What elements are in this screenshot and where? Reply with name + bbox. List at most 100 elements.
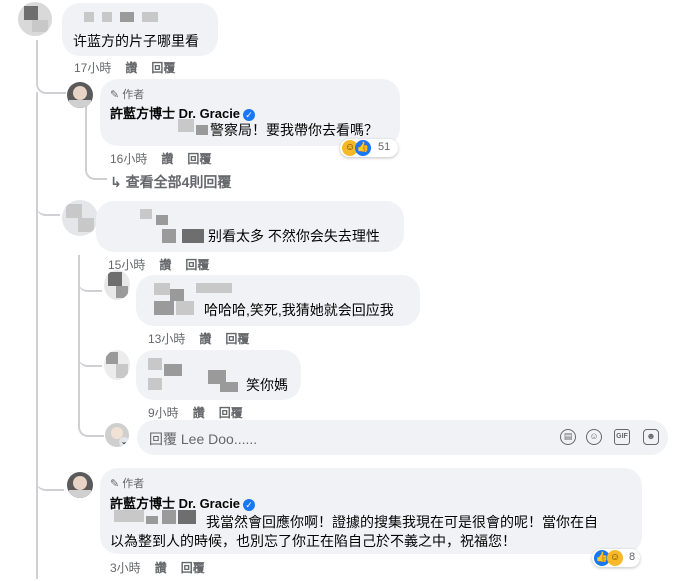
blurred-name (170, 289, 184, 301)
comment-text: 许蓝方的片子哪里看 (73, 33, 199, 49)
reaction-count: 51 (378, 141, 391, 153)
reply-button[interactable]: 回覆 (151, 61, 175, 75)
timestamp[interactable]: 13小時 (148, 332, 185, 346)
timestamp[interactable]: 16小時 (110, 152, 147, 166)
comment-text: 笑你媽 (246, 377, 288, 393)
avatar[interactable] (104, 350, 130, 380)
avatar-body (69, 490, 91, 498)
comment-text-line-2: 以為整到人的時候，也別忘了你正在陷自己於不義之中，祝福您！ (110, 533, 516, 549)
blurred-name (148, 358, 162, 370)
avatar[interactable] (67, 472, 93, 498)
blurred-region (78, 218, 94, 232)
comment-meta: 3小時讚回覆 (110, 559, 219, 576)
comment-text: 警察局！要我帶你去看嗎？ (210, 122, 378, 138)
view-all-replies-label[interactable]: 查看全部4則回覆 (126, 174, 232, 190)
reply-input-placeholder[interactable]: 回覆 Lee Doo...... (149, 429, 257, 449)
like-button[interactable]: 讚 (199, 332, 211, 346)
blurred-name (154, 301, 174, 315)
blurred-name (102, 12, 112, 22)
like-button[interactable]: 讚 (193, 406, 205, 420)
verified-badge-icon: ✓ (243, 498, 256, 511)
comment-meta: 9小時讚回覆 (148, 404, 257, 421)
blurred-region (24, 6, 38, 20)
blurred-name (120, 12, 134, 22)
blurred-name (220, 382, 238, 392)
comment-bubble: 哈哈哈,笑死,我猜她就会回应我 (136, 275, 420, 326)
blurred-name (140, 209, 152, 219)
reaction-summary[interactable]: ☺ 👍 51 (340, 139, 398, 157)
avatar[interactable] (104, 270, 130, 300)
reaction-summary[interactable]: 👍 ☺ 8 (592, 549, 640, 567)
timestamp[interactable]: 3小時 (110, 561, 141, 575)
like-button[interactable]: 讚 (155, 561, 167, 575)
avatar[interactable] (62, 200, 98, 236)
blurred-name (164, 364, 182, 376)
blurred-mention (196, 125, 208, 135)
blurred-region (116, 286, 128, 298)
reply-button[interactable]: 回覆 (181, 561, 205, 575)
author-badge-label: 作者 (122, 478, 145, 490)
author-name[interactable]: 許藍方博士 Dr. Gracie (110, 496, 240, 511)
avatar[interactable] (18, 2, 52, 36)
thread-line (36, 475, 64, 491)
comment-bubble: ✎ 作者 許藍方博士 Dr. Gracie ✓ 警察局！要我帶你去看嗎？ (100, 79, 400, 146)
blurred-name (182, 229, 204, 243)
like-button[interactable]: 讚 (161, 152, 173, 166)
avatar-face (73, 476, 87, 490)
blurred-mention (114, 510, 144, 522)
author-badge-label: 作者 (122, 89, 145, 101)
comment-text: 哈哈哈,笑死,我猜她就会回应我 (204, 302, 394, 318)
reply-arrow-icon: ↳ (110, 174, 122, 190)
thread-line (36, 92, 38, 579)
blurred-name (196, 283, 232, 293)
comment-text-line-1: 我當然會回應你啊！證據的搜集我現在可是很會的呢！當你在自 (206, 514, 598, 530)
comment-meta: 16小時讚回覆 (110, 150, 225, 167)
blurred-mention (162, 510, 176, 524)
avatar-body (69, 100, 91, 108)
current-user-avatar[interactable]: ⌄ (105, 423, 129, 447)
reply-button[interactable]: 回覆 (219, 406, 243, 420)
comment-meta: 15小時讚回覆 (108, 256, 223, 273)
reply-button[interactable]: 回覆 (187, 152, 211, 166)
reply-button[interactable]: 回覆 (225, 332, 249, 346)
thread-line (78, 355, 102, 367)
comment-bubble: 笑你媽 (136, 350, 301, 400)
blurred-name (176, 301, 194, 315)
comment-bubble: 许蓝方的片子哪里看 (62, 3, 218, 56)
blurred-name (84, 12, 94, 22)
gif-icon[interactable]: GIF (614, 429, 630, 445)
blurred-mention (178, 510, 196, 524)
blurred-region (106, 352, 118, 364)
like-button[interactable]: 讚 (125, 61, 137, 75)
blurred-region (108, 272, 122, 286)
comment-bubble: 别看太多 不然你会失去理性 (96, 201, 404, 252)
blurred-name (154, 283, 170, 295)
avatar[interactable] (67, 82, 93, 108)
avatar-sticker-icon[interactable]: ☻ (643, 429, 659, 445)
sticker-icon[interactable]: ▤ (560, 429, 576, 445)
timestamp[interactable]: 17小時 (74, 61, 111, 75)
haha-reaction-icon: ☺ (607, 550, 623, 566)
thread-line (36, 200, 60, 216)
author-name[interactable]: 許藍方博士 Dr. Gracie (110, 106, 240, 121)
verified-badge-icon: ✓ (243, 108, 256, 121)
timestamp[interactable]: 9小時 (148, 406, 179, 420)
blurred-name (148, 378, 162, 390)
comment-meta: 13小時讚回覆 (148, 330, 263, 347)
thread-line (36, 40, 66, 94)
blurred-region (66, 204, 82, 218)
blurred-region (116, 364, 128, 378)
blurred-name (156, 215, 168, 225)
chevron-down-icon[interactable]: ⌄ (119, 437, 129, 447)
avatar-face (73, 86, 87, 100)
thread-line (78, 280, 102, 292)
pencil-icon: ✎ (110, 478, 120, 490)
view-all-replies-link[interactable]: ↳ 查看全部4則回覆 (110, 172, 231, 192)
blurred-mention (178, 119, 194, 132)
like-button[interactable]: 讚 (159, 258, 171, 272)
emoji-icon[interactable]: ☺ (586, 429, 602, 445)
reply-input-box[interactable]: 回覆 Lee Doo...... ▤ ☺ GIF ☻ (137, 420, 668, 455)
comment-meta: 17小時讚回覆 (74, 59, 189, 76)
reply-button[interactable]: 回覆 (185, 258, 209, 272)
pencil-icon: ✎ (110, 89, 120, 101)
